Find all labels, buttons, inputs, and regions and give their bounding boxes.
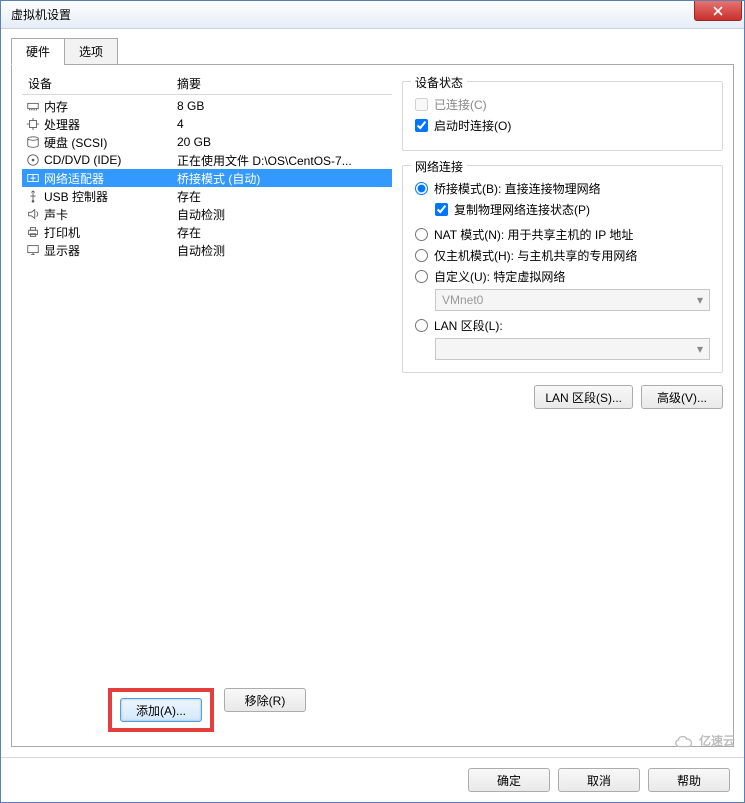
watermark: 亿速云 (673, 732, 735, 749)
tab-options[interactable]: 选项 (64, 38, 118, 65)
device-summary: 8 GB (177, 99, 392, 113)
sound-icon (24, 207, 42, 221)
lan-segments-button[interactable]: LAN 区段(S)... (534, 385, 633, 409)
dialog-footer: 确定 取消 帮助 (1, 757, 744, 802)
nat-radio[interactable] (415, 228, 428, 241)
col-summary: 摘要 (177, 75, 392, 92)
close-icon (713, 6, 723, 16)
device-name: 声卡 (42, 206, 177, 223)
custom-radio[interactable] (415, 270, 428, 283)
help-button[interactable]: 帮助 (648, 768, 730, 792)
advanced-button[interactable]: 高级(V)... (641, 385, 723, 409)
close-button[interactable] (694, 1, 742, 21)
device-list[interactable]: 内存8 GB处理器4硬盘 (SCSI)20 GBCD/DVD (IDE)正在使用… (22, 97, 392, 678)
device-row[interactable]: 打印机存在 (22, 223, 392, 241)
cd-icon (24, 153, 42, 167)
cancel-button[interactable]: 取消 (558, 768, 640, 792)
custom-radio-label[interactable]: 自定义(U): 特定虚拟网络 (415, 268, 710, 285)
device-row[interactable]: 网络适配器桥接模式 (自动) (22, 169, 392, 187)
device-row[interactable]: 声卡自动检测 (22, 205, 392, 223)
lan-radio[interactable] (415, 319, 428, 332)
ok-button[interactable]: 确定 (468, 768, 550, 792)
connected-checkbox[interactable] (415, 98, 428, 111)
titlebar: 虚拟机设置 (1, 1, 744, 29)
device-row[interactable]: 内存8 GB (22, 97, 392, 115)
memory-icon (24, 99, 42, 113)
col-device: 设备 (22, 75, 177, 92)
nat-radio-label[interactable]: NAT 模式(N): 用于共享主机的 IP 地址 (415, 226, 710, 243)
connect-start-checkbox-label[interactable]: 启动时连接(O) (415, 117, 710, 134)
device-row[interactable]: 显示器自动检测 (22, 241, 392, 259)
device-name: 打印机 (42, 224, 177, 241)
device-summary: 存在 (177, 224, 392, 241)
printer-icon (24, 225, 42, 239)
device-summary: 桥接模式 (自动) (177, 170, 392, 187)
cloud-icon (673, 733, 695, 749)
device-summary: 自动检测 (177, 242, 392, 259)
network-connection-group: 网络连接 桥接模式(B): 直接连接物理网络 复制物理网络连接状态(P) NAT… (402, 165, 723, 373)
device-name: 内存 (42, 98, 177, 115)
device-summary: 20 GB (177, 135, 392, 149)
display-icon (24, 243, 42, 257)
usb-icon (24, 189, 42, 203)
replicate-checkbox[interactable] (435, 203, 448, 216)
device-name: 显示器 (42, 242, 177, 259)
lan-segment-select[interactable] (435, 338, 710, 360)
device-summary: 4 (177, 117, 392, 131)
hostonly-radio-label[interactable]: 仅主机模式(H): 与主机共享的专用网络 (415, 247, 710, 264)
disk-icon (24, 135, 42, 149)
network-legend: 网络连接 (411, 158, 467, 175)
device-list-header: 设备 摘要 (22, 75, 392, 95)
device-row[interactable]: CD/DVD (IDE)正在使用文件 D:\OS\CentOS-7... (22, 151, 392, 169)
device-row[interactable]: USB 控制器存在 (22, 187, 392, 205)
tab-hardware[interactable]: 硬件 (11, 38, 65, 65)
bridged-radio-label[interactable]: 桥接模式(B): 直接连接物理网络 (415, 180, 710, 197)
device-name: USB 控制器 (42, 188, 177, 205)
highlight-box: 添加(A)... (108, 688, 214, 732)
device-row[interactable]: 硬盘 (SCSI)20 GB (22, 133, 392, 151)
connect-start-checkbox[interactable] (415, 119, 428, 132)
device-summary: 正在使用文件 D:\OS\CentOS-7... (177, 152, 392, 169)
add-button[interactable]: 添加(A)... (120, 698, 202, 722)
device-summary: 存在 (177, 188, 392, 205)
device-name: 网络适配器 (42, 170, 177, 187)
replicate-checkbox-label[interactable]: 复制物理网络连接状态(P) (435, 201, 710, 218)
device-name: 硬盘 (SCSI) (42, 134, 177, 151)
device-status-group: 设备状态 已连接(C) 启动时连接(O) (402, 81, 723, 151)
window-title: 虚拟机设置 (5, 6, 71, 23)
connected-checkbox-label[interactable]: 已连接(C) (415, 96, 710, 113)
status-legend: 设备状态 (411, 74, 467, 91)
bridged-radio[interactable] (415, 182, 428, 195)
device-name: CD/DVD (IDE) (42, 153, 177, 167)
device-name: 处理器 (42, 116, 177, 133)
hostonly-radio[interactable] (415, 249, 428, 262)
lan-radio-label[interactable]: LAN 区段(L): (415, 317, 710, 334)
cpu-icon (24, 117, 42, 131)
network-icon (24, 171, 42, 185)
device-summary: 自动检测 (177, 206, 392, 223)
tab-bar: 硬件 选项 (11, 38, 734, 65)
remove-button[interactable]: 移除(R) (224, 688, 306, 712)
custom-network-select[interactable]: VMnet0 (435, 289, 710, 311)
device-row[interactable]: 处理器4 (22, 115, 392, 133)
